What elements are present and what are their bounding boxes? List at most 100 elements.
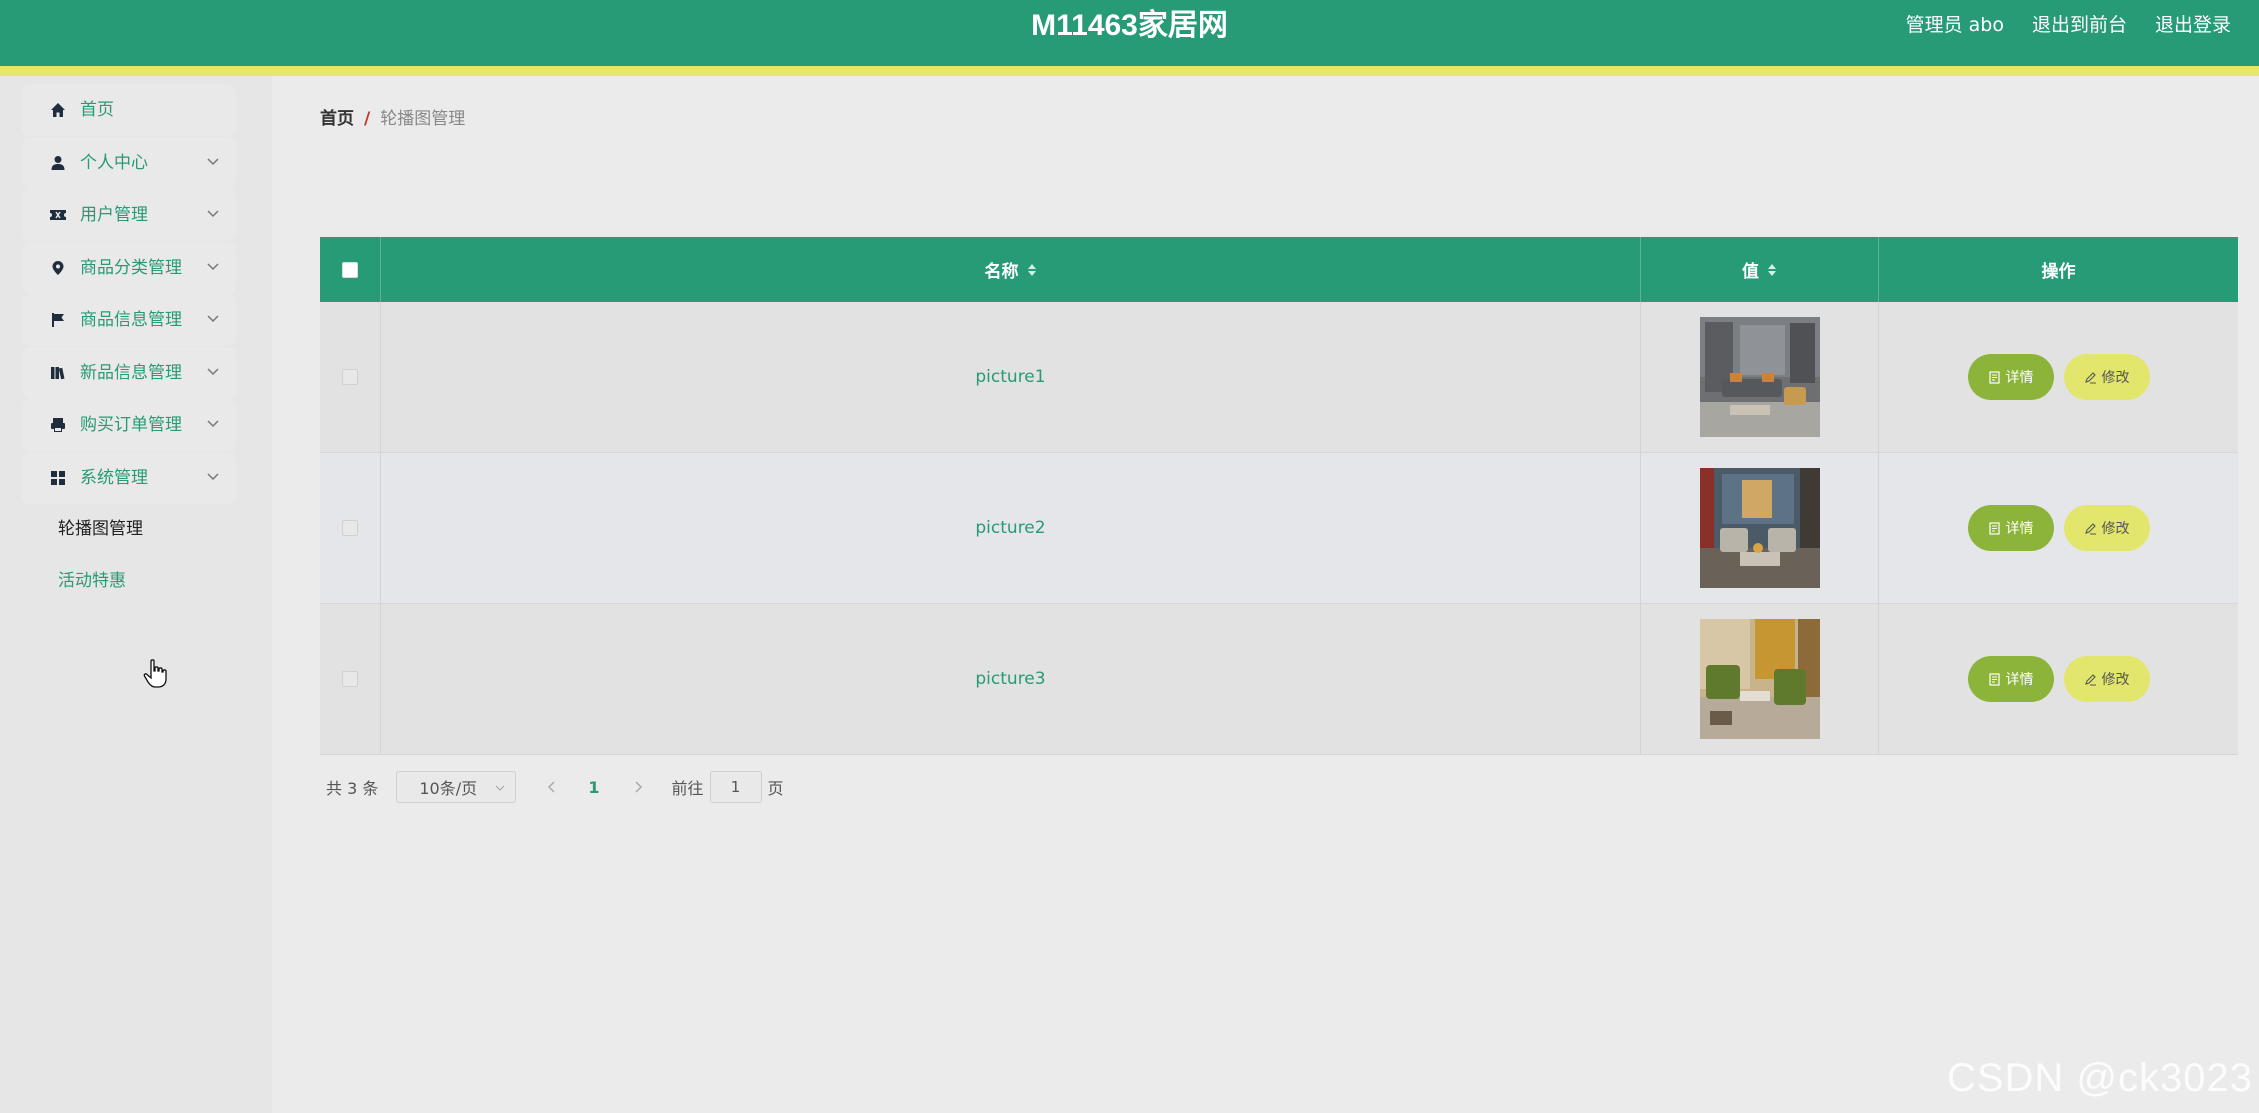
- chevron-down-icon: [207, 420, 219, 428]
- row-name-cell: picture3: [381, 604, 1641, 755]
- table-row: picture3 详情 修改: [320, 604, 2238, 755]
- detail-button[interactable]: 详情: [1967, 656, 2054, 702]
- breadcrumb-home[interactable]: 首页: [320, 108, 354, 130]
- sidebar-item-label: 个人中心: [80, 152, 148, 173]
- go-front-link[interactable]: 退出到前台: [2032, 12, 2127, 38]
- goto-label: 前往: [671, 779, 704, 798]
- top-header: M11463家居网 管理员 abo 退出到前台 退出登录: [0, 0, 2259, 66]
- sidebar-item-order-management[interactable]: 购买订单管理: [22, 399, 236, 451]
- table-row: picture1 详情 修改: [320, 302, 2238, 453]
- edit-button[interactable]: 修改: [2063, 505, 2150, 551]
- header-check-cell: [320, 237, 381, 302]
- detail-button[interactable]: 详情: [1967, 354, 2054, 400]
- sidebar-item-personal-center[interactable]: 个人中心: [22, 136, 236, 189]
- detail-button-label: 详情: [2005, 370, 2034, 386]
- row-check-cell: [320, 453, 381, 604]
- select-all-checkbox[interactable]: [342, 261, 358, 278]
- row-thumbnail-image[interactable]: [1699, 468, 1820, 588]
- ticket-icon: [50, 207, 66, 223]
- table-row: picture2 详情 修改: [320, 453, 2238, 604]
- chevron-down-icon: [207, 210, 219, 218]
- row-check-cell: [320, 604, 381, 755]
- header-value[interactable]: 值: [1641, 237, 1879, 302]
- header-value-label: 值: [1742, 262, 1759, 282]
- carousel-table: 名称 值 操作 picture1 详情 修改 picture2 详情 修改 pi…: [320, 237, 2238, 755]
- sidebar-item-label: 用户管理: [80, 205, 148, 225]
- page-suffix-label: 页: [767, 779, 784, 798]
- header-ops: 操作: [1879, 237, 2238, 302]
- chevron-down-icon: [207, 262, 219, 270]
- submenu-item-carousel[interactable]: 轮播图管理: [58, 503, 238, 555]
- row-ops-cell: 详情 修改: [1879, 604, 2238, 755]
- submenu-item-promotions[interactable]: 活动特惠: [58, 555, 238, 607]
- document-icon: [1988, 521, 2000, 535]
- sidebar: 首页 个人中心 用户管理 商品分类管理 商品信息管理 新品信息管理 购买订单管理…: [0, 76, 272, 1113]
- sidebar-item-home[interactable]: 首页: [22, 84, 236, 136]
- row-name: picture2: [975, 518, 1046, 538]
- sidebar-item-category-management[interactable]: 商品分类管理: [22, 241, 236, 294]
- flag-icon: [50, 312, 66, 328]
- chevron-down-icon: [207, 315, 219, 323]
- hand-cursor-icon: [143, 659, 167, 688]
- sidebar-item-user-management[interactable]: 用户管理: [22, 189, 236, 241]
- chevron-up-icon: [207, 472, 219, 480]
- header-name-label: 名称: [984, 262, 1019, 282]
- location-icon: [50, 260, 66, 276]
- books-icon: [50, 365, 66, 381]
- admin-user-label[interactable]: 管理员 abo: [1906, 12, 2004, 38]
- user-icon: [50, 155, 66, 171]
- detail-button-label: 详情: [2005, 672, 2034, 688]
- row-thumbnail-image[interactable]: [1699, 317, 1820, 437]
- row-value-cell: [1641, 604, 1879, 755]
- edit-button[interactable]: 修改: [2063, 656, 2150, 702]
- breadcrumb-current: 轮播图管理: [380, 109, 466, 129]
- row-checkbox[interactable]: [342, 520, 358, 536]
- breadcrumb: 首页 / 轮播图管理: [320, 108, 465, 130]
- goto-page-input[interactable]: [709, 771, 762, 803]
- chevron-down-icon: [495, 785, 505, 791]
- header-name[interactable]: 名称: [381, 237, 1641, 302]
- sidebar-item-new-product[interactable]: 新品信息管理: [22, 346, 236, 399]
- home-icon: [50, 102, 66, 118]
- header-accent-strip: [0, 66, 2259, 76]
- prev-page-icon[interactable]: [542, 777, 562, 797]
- sidebar-item-label: 新品信息管理: [80, 362, 182, 383]
- sidebar-item-label: 购买订单管理: [80, 415, 182, 435]
- header-actions: 管理员 abo 退出到前台 退出登录: [1906, 12, 2231, 38]
- row-ops-cell: 详情 修改: [1879, 453, 2238, 604]
- document-icon: [1988, 672, 2000, 686]
- edit-button-label: 修改: [2101, 370, 2130, 386]
- detail-button-label: 详情: [2005, 521, 2034, 537]
- breadcrumb-separator: /: [364, 109, 371, 129]
- edit-button[interactable]: 修改: [2063, 354, 2150, 400]
- edit-pencil-icon: [2084, 673, 2096, 685]
- chevron-down-icon: [207, 367, 219, 375]
- sidebar-item-label: 首页: [80, 100, 114, 120]
- detail-button[interactable]: 详情: [1967, 505, 2054, 551]
- row-check-cell: [320, 302, 381, 453]
- edit-button-label: 修改: [2101, 672, 2130, 688]
- document-icon: [1988, 370, 2000, 384]
- row-ops-cell: 详情 修改: [1879, 302, 2238, 453]
- sort-icon[interactable]: [1767, 263, 1777, 277]
- table-header: 名称 值 操作: [320, 237, 2238, 302]
- edit-button-label: 修改: [2101, 521, 2130, 537]
- edit-pencil-icon: [2084, 522, 2096, 534]
- row-name: picture3: [975, 669, 1046, 689]
- sidebar-item-product-info[interactable]: 商品信息管理: [22, 294, 236, 346]
- sidebar-item-system-management[interactable]: 系统管理: [22, 451, 236, 504]
- system-submenu: 轮播图管理 活动特惠: [58, 503, 238, 607]
- logout-link[interactable]: 退出登录: [2155, 12, 2231, 38]
- sort-icon[interactable]: [1027, 263, 1037, 277]
- header-ops-label: 操作: [2041, 262, 2076, 282]
- row-checkbox[interactable]: [342, 671, 358, 687]
- printer-icon: [50, 417, 66, 433]
- row-name-cell: picture2: [381, 453, 1641, 604]
- page-size-select[interactable]: 10条/页: [396, 771, 517, 803]
- row-checkbox[interactable]: [342, 369, 358, 385]
- pagination: 共 3 条 10条/页 1 前往 页: [326, 770, 784, 804]
- page-number-current[interactable]: 1: [588, 778, 599, 797]
- next-page-icon[interactable]: [628, 777, 648, 797]
- row-thumbnail-image[interactable]: [1699, 619, 1820, 739]
- sidebar-menu: 首页 个人中心 用户管理 商品分类管理 商品信息管理 新品信息管理 购买订单管理…: [22, 84, 236, 504]
